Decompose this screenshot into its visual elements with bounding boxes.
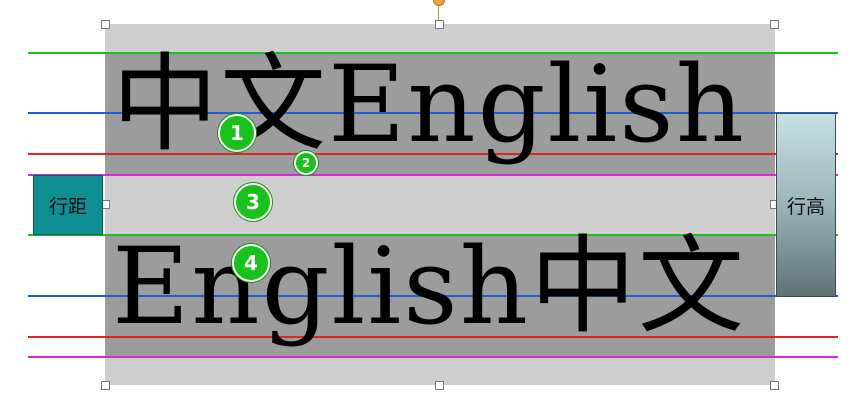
rotation-handle[interactable]: [433, 0, 445, 6]
resize-handle-bottom-left[interactable]: [101, 381, 110, 390]
resize-handle-bottom-right[interactable]: [770, 381, 779, 390]
resize-handle-top-left[interactable]: [101, 20, 110, 29]
line-2-line-bottom-guide: [28, 356, 838, 358]
marker-4: 4: [232, 244, 270, 282]
resize-handle-top-right[interactable]: [770, 20, 779, 29]
sample-line-2: English中文: [112, 225, 746, 348]
marker-1: 1: [218, 114, 256, 152]
line-1-line-bottom-guide: [28, 174, 838, 176]
resize-handle-bottom[interactable]: [435, 381, 444, 390]
line-height-label: 行高: [776, 113, 836, 297]
line-spacing-label: 行距: [33, 175, 103, 235]
line-height-diagram: 中文English English中文 1 2 3 4 行距 行高: [0, 0, 867, 408]
sample-line-1: 中文English: [112, 43, 746, 166]
marker-2: 2: [294, 151, 318, 175]
marker-3: 3: [234, 183, 272, 221]
resize-handle-top[interactable]: [435, 20, 444, 29]
rotation-handle-stem: [438, 4, 439, 20]
